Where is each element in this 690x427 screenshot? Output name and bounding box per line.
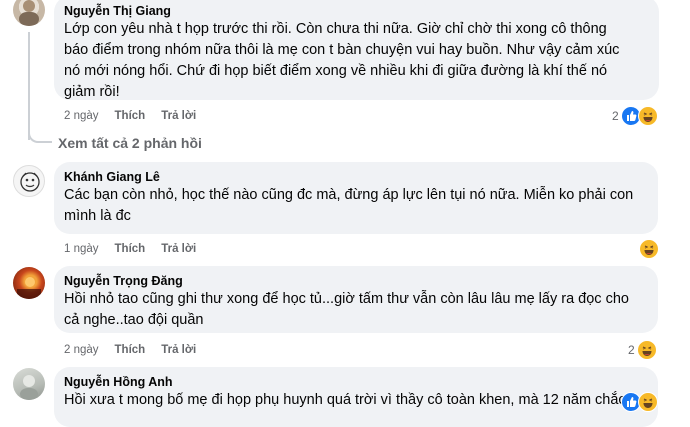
reaction-count: 2	[612, 109, 619, 123]
reaction-summary[interactable]	[621, 392, 658, 412]
haha-icon	[636, 340, 657, 360]
view-replies-link[interactable]: Xem tất cả 2 phản hồi	[58, 135, 202, 151]
reaction-summary[interactable]: 2	[612, 106, 658, 126]
haha-icon	[637, 106, 658, 126]
comment-author[interactable]: Nguyễn Trọng Đăng	[64, 273, 648, 289]
avatar-image-icon	[19, 0, 39, 26]
thread-branch	[28, 131, 52, 143]
reply-button[interactable]: Trả lời	[161, 242, 196, 256]
haha-icon	[638, 392, 658, 412]
reaction-summary[interactable]: 2	[628, 340, 657, 360]
comment-author[interactable]: Khánh Giang Lê	[64, 169, 648, 185]
like-button[interactable]: Thích	[115, 109, 146, 123]
reply-button[interactable]: Trả lời	[161, 109, 196, 123]
like-button[interactable]: Thích	[115, 242, 146, 256]
comment-bubble: Khánh Giang Lê Các bạn còn nhỏ, học thế …	[54, 162, 658, 234]
thread-line	[28, 32, 30, 140]
comment-time[interactable]: 1 ngày	[64, 242, 99, 256]
comment-author[interactable]: Nguyễn Hồng Anh	[64, 374, 648, 390]
reaction-summary[interactable]	[639, 239, 659, 259]
comment-time[interactable]: 2 ngày	[64, 109, 99, 123]
haha-icon	[639, 239, 659, 259]
avatar[interactable]	[13, 165, 45, 197]
comment-text: Hồi nhỏ tao cũng ghi thư xong để học tủ.…	[64, 291, 629, 328]
avatar[interactable]	[13, 368, 45, 400]
comment-text: Lớp con yêu nhà t họp trước thi rồi. Còn…	[64, 21, 620, 100]
reply-button[interactable]: Trả lời	[161, 343, 196, 357]
comment-bubble: Nguyễn Thị Giang Lớp con yêu nhà t họp t…	[54, 0, 659, 100]
comment-time[interactable]: 2 ngày	[64, 343, 99, 357]
comment-author[interactable]: Nguyễn Thị Giang	[64, 3, 649, 19]
comment-bubble: Nguyễn Trọng Đăng Hồi nhỏ tao cũng ghi t…	[54, 266, 658, 333]
comment-text: Các bạn còn nhỏ, học thế nào cũng đc mà,…	[64, 187, 634, 224]
avatar[interactable]	[13, 0, 45, 26]
avatar-image-icon	[20, 172, 40, 192]
comment-bubble: Nguyễn Hồng Anh Hồi xưa t mong bố mẹ đi …	[54, 367, 658, 427]
avatar[interactable]	[13, 267, 45, 299]
reaction-count: 2	[628, 343, 635, 357]
comment-actions: 2 ngày Thích Trả lời	[64, 343, 196, 357]
avatar-image-icon	[20, 375, 38, 400]
comment-text: Hồi xưa t mong bố mẹ đi họp phụ huynh qu…	[64, 392, 626, 408]
avatar-image-icon	[17, 277, 41, 299]
like-button[interactable]: Thích	[115, 343, 146, 357]
comment-actions: 2 ngày Thích Trả lời	[64, 109, 196, 123]
comment-actions: 1 ngày Thích Trả lời	[64, 242, 196, 256]
